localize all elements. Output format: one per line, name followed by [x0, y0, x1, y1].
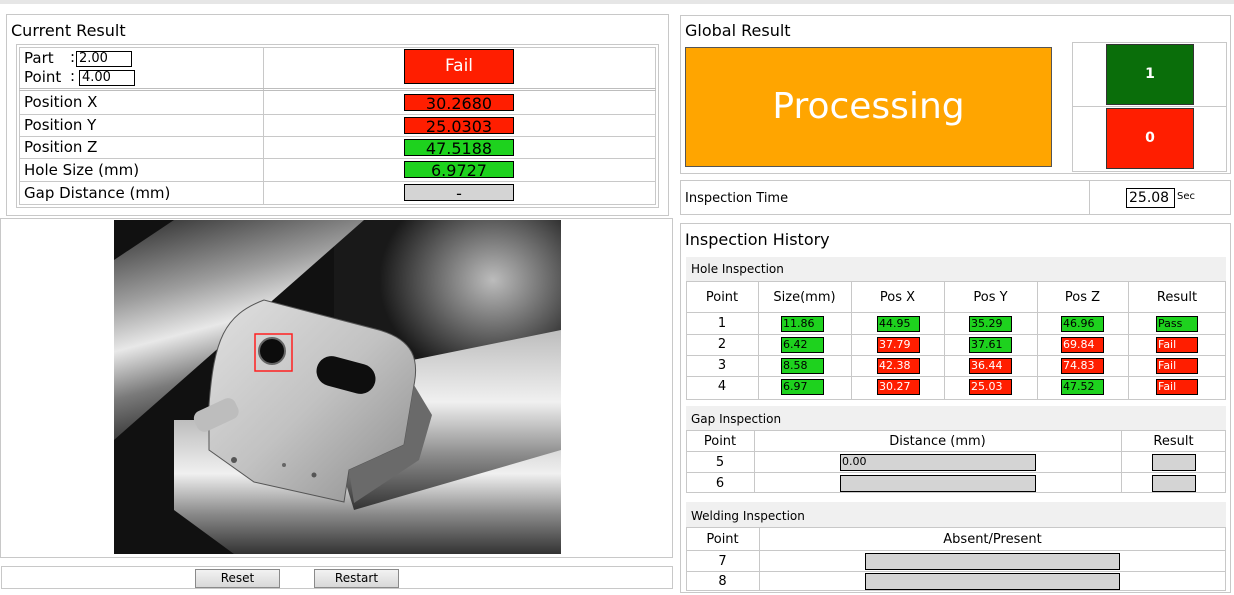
gap-row-5-distance: 0.00 [840, 454, 1036, 471]
hole-row-3-size: 8.58 [781, 358, 824, 374]
hole-size-label: Hole Size (mm) [24, 161, 140, 179]
hole-row-3-result: Fail [1156, 358, 1198, 374]
inspection-time-value: 25.08 [1126, 188, 1175, 208]
gap-distance-value: - [404, 184, 514, 202]
hole-row-1-pos-z: 46.96 [1061, 316, 1104, 332]
restart-button[interactable]: Restart [314, 569, 399, 588]
hole-row-2-pos-x: 37.79 [877, 337, 920, 353]
hole-header-size: Size(mm) [773, 290, 836, 305]
hole-row-1-size: 11.86 [781, 316, 824, 332]
hole-row-1-result: Pass [1156, 316, 1198, 332]
inspection-time-unit: Sec [1177, 191, 1195, 202]
position-y-value: 25.0303 [404, 117, 514, 135]
inspection-time-label: Inspection Time [685, 191, 789, 206]
position-z-value: 47.5188 [404, 139, 514, 157]
camera-view-panel [0, 218, 673, 558]
position-y-label: Position Y [24, 116, 97, 134]
part-input[interactable]: 2.00 [76, 51, 132, 67]
gap-row-5-point: 5 [715, 455, 725, 470]
gap-header-point: Point [703, 434, 737, 449]
inspection-history-title: Inspection History [685, 230, 830, 249]
current-result-panel: Current Result Part : 2.00 Point : 4.00 … [6, 14, 669, 216]
position-z-label: Position Z [24, 138, 98, 156]
hole-header-pos-y: Pos Y [973, 290, 1008, 305]
hole-header-result: Result [1156, 290, 1198, 305]
welding-header-absent-present: Absent/Present [943, 532, 1042, 547]
hole-row-3-pos-y: 36.44 [969, 358, 1012, 374]
global-result-panel: Global Result Processing 1 0 [680, 15, 1231, 174]
hole-row-2-size: 6.42 [781, 337, 824, 353]
hole-header-pos-x: Pos X [879, 290, 916, 305]
hole-row-3-point: 3 [717, 358, 727, 373]
part-label: Part [24, 49, 54, 67]
gap-header-result: Result [1153, 434, 1194, 449]
welding-header-point: Point [706, 532, 739, 547]
welding-row-7-value [865, 553, 1120, 570]
point-label: Point [24, 68, 62, 86]
gap-row-6-result [1152, 475, 1196, 492]
inspection-camera-image [114, 220, 561, 554]
hole-size-value: 6.9727 [404, 161, 514, 179]
hole-row-4-pos-z: 47.52 [1061, 379, 1104, 395]
hole-row-2-pos-z: 69.84 [1061, 337, 1104, 353]
hole-header-pos-z: Pos Z [1064, 290, 1101, 305]
welding-row-7-point: 7 [718, 554, 727, 569]
reset-button[interactable]: Reset [195, 569, 280, 588]
hole-row-4-pos-x: 30.27 [877, 379, 920, 395]
fail-count-badge: 0 [1106, 108, 1194, 169]
inspection-time-row: Inspection Time 25.08 Sec [680, 180, 1231, 215]
position-x-value: 30.2680 [404, 94, 514, 112]
global-result-title: Global Result [685, 21, 791, 40]
inspection-history-panel: Inspection History Hole Inspection Point… [680, 223, 1231, 593]
top-bar [0, 0, 1234, 4]
gap-header-distance: Distance (mm) [889, 434, 986, 449]
welding-row-8-point: 8 [718, 574, 727, 589]
gap-row-6-point: 6 [715, 476, 725, 491]
hole-inspection-title: Hole Inspection [691, 262, 784, 276]
hole-row-4-result: Fail [1156, 379, 1198, 395]
hole-row-4-pos-y: 25.03 [969, 379, 1012, 395]
hole-row-2-result: Fail [1156, 337, 1198, 353]
hole-row-3-pos-z: 74.83 [1061, 358, 1104, 374]
welding-inspection-title: Welding Inspection [691, 509, 805, 523]
hole-row-1-pos-y: 35.29 [969, 316, 1012, 332]
hole-row-1-point: 1 [717, 316, 727, 331]
hole-row-2-point: 2 [717, 337, 727, 352]
gap-row-6-distance [840, 475, 1036, 492]
point-input[interactable]: 4.00 [79, 70, 135, 86]
gap-distance-label: Gap Distance (mm) [24, 184, 171, 202]
global-status-banner: Processing [685, 47, 1052, 167]
pass-count-badge: 1 [1106, 44, 1194, 105]
current-result-title: Current Result [11, 21, 126, 40]
welding-row-8-value [865, 573, 1120, 590]
hole-row-4-point: 4 [717, 379, 727, 394]
hole-row-4-size: 6.97 [781, 379, 824, 395]
current-status-badge: Fail [404, 49, 514, 84]
hole-header-point: Point [705, 290, 739, 305]
gap-row-5-result [1152, 454, 1196, 471]
hole-row-1-pos-x: 44.95 [877, 316, 920, 332]
hole-row-2-pos-y: 37.61 [969, 337, 1012, 353]
hole-row-3-pos-x: 42.38 [877, 358, 920, 374]
gap-inspection-title: Gap Inspection [691, 412, 782, 426]
position-x-label: Position X [24, 93, 98, 111]
